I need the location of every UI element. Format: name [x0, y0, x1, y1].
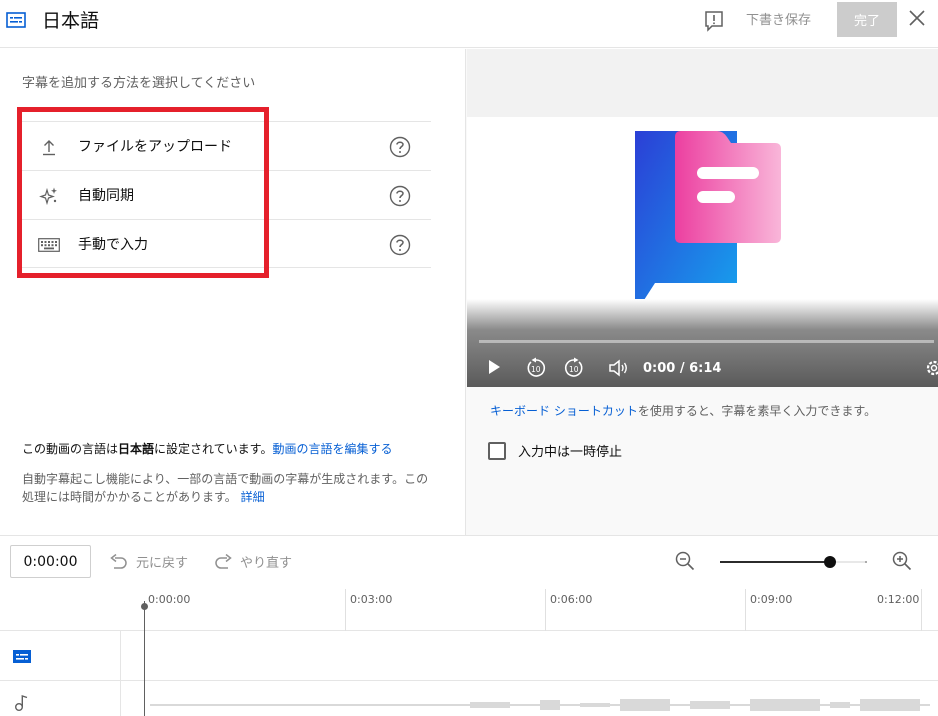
- track-divider: [0, 680, 938, 681]
- zoom-slider[interactable]: [720, 554, 870, 570]
- play-icon[interactable]: [485, 357, 503, 381]
- subtitle-track-icon: [12, 649, 32, 668]
- pause-while-typing-checkbox[interactable]: [488, 441, 506, 460]
- zoom-in-icon[interactable]: [892, 551, 912, 575]
- video-language-note: この動画の言語は日本語に設定されています。動画の言語を編集する: [22, 442, 393, 456]
- player-controls: 10 10 0:00 / 6:14: [467, 352, 938, 384]
- progress-bar[interactable]: [479, 340, 934, 343]
- audio-track-icon: [14, 694, 30, 716]
- zoom-out-icon[interactable]: [675, 551, 695, 575]
- edit-language-link[interactable]: 動画の言語を編集する: [272, 442, 392, 456]
- ruler-tick-mark: [921, 589, 922, 631]
- video-thumbnail: [467, 117, 938, 317]
- timecode-input[interactable]: 0:00:00: [10, 545, 91, 578]
- help-icon[interactable]: [389, 136, 411, 158]
- redo-button[interactable]: やり直す: [214, 552, 292, 571]
- method-prompt: 字幕を追加する方法を選択してください: [22, 76, 256, 91]
- auto-caption-note: 自動字幕起こし機能により、一部の言語で動画の字幕が生成されます。この処理には時間…: [22, 472, 429, 504]
- highlight-box: [17, 107, 269, 278]
- undo-button[interactable]: 元に戻す: [110, 552, 188, 571]
- pause-while-typing-label: 入力中は一時停止: [518, 445, 623, 460]
- close-icon[interactable]: [908, 9, 926, 31]
- help-icon[interactable]: [389, 234, 411, 256]
- language-name: 日本語: [118, 442, 155, 456]
- keyboard-shortcut-link[interactable]: キーボード ショートカット: [490, 404, 638, 418]
- timeline-tracks: [0, 631, 938, 716]
- help-icon[interactable]: [389, 185, 411, 207]
- timeline-ruler[interactable]: 0:00:00 0:03:00 0:06:00 0:09:00 0:12:00: [0, 589, 938, 631]
- svg-text:10: 10: [569, 365, 579, 374]
- ruler-tick: 0:09:00: [745, 589, 792, 631]
- feedback-icon[interactable]: [704, 10, 724, 36]
- done-button[interactable]: 完了: [837, 2, 897, 37]
- playhead-handle[interactable]: [141, 603, 148, 610]
- details-link[interactable]: 詳細: [241, 490, 265, 504]
- svg-text:10: 10: [531, 365, 541, 374]
- settings-icon[interactable]: [923, 357, 938, 383]
- pause-while-typing-option[interactable]: 入力中は一時停止: [488, 441, 622, 460]
- editor-header: 日本語 下書き保存 完了: [0, 0, 938, 48]
- undo-icon: [110, 553, 127, 569]
- track-headers: [0, 631, 121, 716]
- forward-10-icon[interactable]: 10: [563, 357, 585, 383]
- preview-panel: 10 10 0:00 / 6:14 キーボード ショートカットを使用すると、字幕…: [465, 49, 938, 535]
- rewind-10-icon[interactable]: 10: [525, 357, 547, 383]
- playhead[interactable]: [144, 601, 145, 716]
- video-time: 0:00 / 6:14: [643, 361, 722, 376]
- timeline-toolbar: 0:00:00 元に戻す やり直す: [0, 535, 938, 589]
- keyboard-shortcut-note: キーボード ショートカットを使用すると、字幕を素早く入力できます。: [490, 404, 877, 418]
- video-player[interactable]: 10 10 0:00 / 6:14: [467, 49, 938, 387]
- ruler-tick: 0:03:00: [345, 589, 392, 631]
- page-title: 日本語: [42, 10, 100, 32]
- redo-icon: [215, 553, 232, 569]
- volume-icon[interactable]: [607, 357, 629, 383]
- audio-waveform: [150, 699, 930, 711]
- subtitles-icon: [6, 12, 26, 32]
- ruler-tick: 0:06:00: [545, 589, 592, 631]
- save-draft-button[interactable]: 下書き保存: [746, 9, 811, 28]
